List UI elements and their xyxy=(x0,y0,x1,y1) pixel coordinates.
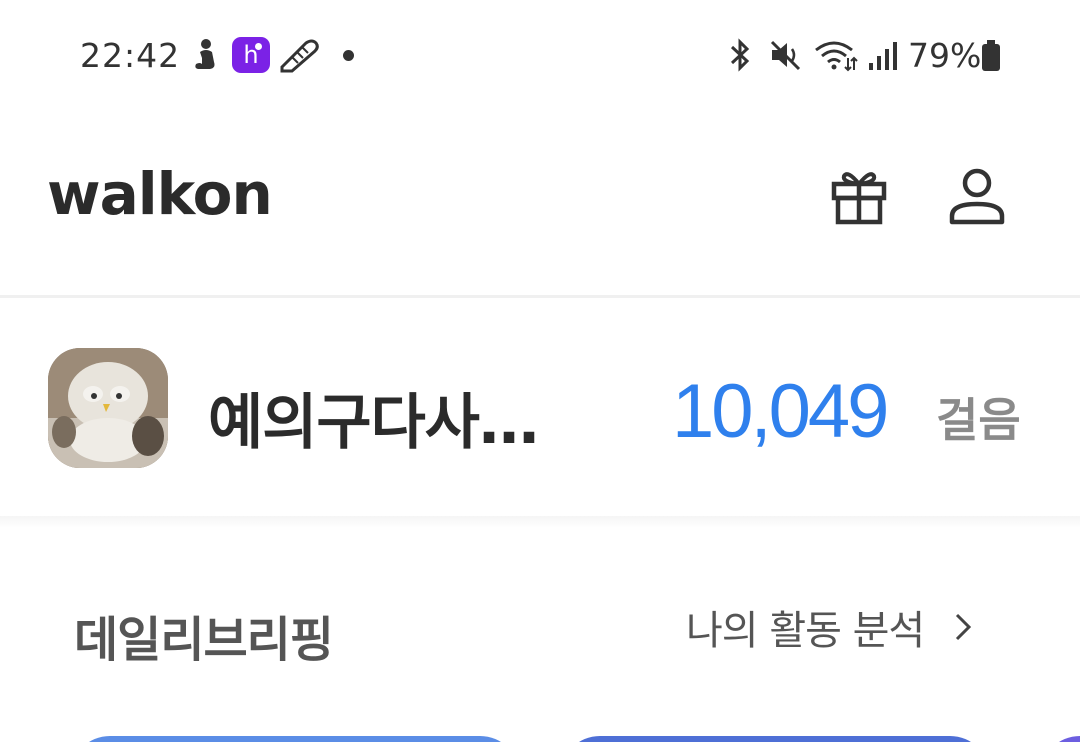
status-time: 22:42 xyxy=(80,36,181,75)
avatar[interactable] xyxy=(48,348,168,468)
app-header: walkon xyxy=(0,110,1080,298)
shoe-icon xyxy=(278,36,320,74)
walkon-logo[interactable]: walkon xyxy=(47,160,273,228)
activity-analysis-label: 나의 활동 분석 xyxy=(686,608,925,654)
h-app-dot-icon xyxy=(255,43,262,50)
section-divider xyxy=(0,516,1080,528)
daily-briefing-title: 데일리브리핑 xyxy=(74,612,334,668)
gift-button[interactable] xyxy=(828,165,890,227)
step-count: 10,049 xyxy=(672,369,889,454)
battery-icon xyxy=(980,36,1002,74)
username: 예의구다사… xyxy=(208,388,539,458)
briefing-card[interactable] xyxy=(70,736,520,742)
gift-icon xyxy=(831,172,887,225)
activity-analysis-link[interactable]: 나의 활동 분석 xyxy=(686,602,972,654)
briefing-card[interactable] xyxy=(560,736,990,742)
figure-icon xyxy=(188,36,222,74)
step-unit: 걸음 xyxy=(936,393,1021,447)
h-app-icon: h xyxy=(232,37,270,73)
mute-icon xyxy=(768,36,804,74)
bluetooth-icon xyxy=(724,36,756,74)
notification-dot-icon xyxy=(343,50,354,61)
profile-card[interactable]: 예의구다사… 10,049 걸음 xyxy=(0,300,1080,516)
briefing-card[interactable] xyxy=(1040,736,1080,742)
status-bar: 22:42 h 79% xyxy=(0,0,1080,110)
profile-button[interactable] xyxy=(946,165,1008,227)
wifi-icon xyxy=(814,36,858,74)
battery-percent: 79% xyxy=(908,36,982,75)
signal-icon xyxy=(866,36,898,74)
chevron-right-icon xyxy=(954,612,972,642)
avatar-image xyxy=(48,348,168,468)
user-icon xyxy=(949,168,1005,225)
